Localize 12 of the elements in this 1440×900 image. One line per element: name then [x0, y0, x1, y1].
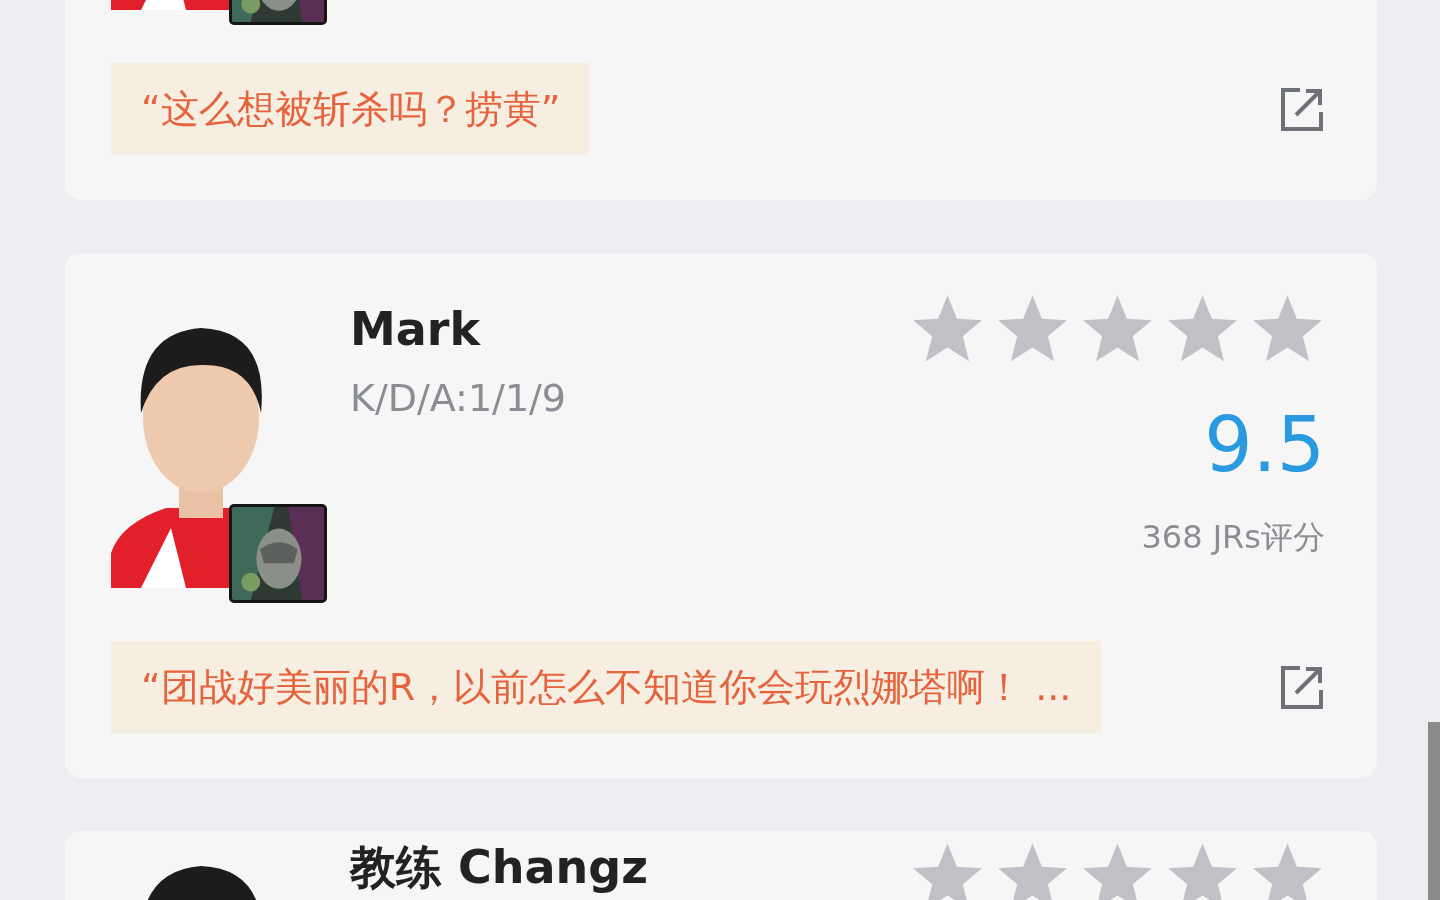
star-icon: [1080, 841, 1155, 900]
kda-text: K/D/A:1/1/9: [350, 379, 568, 417]
star-icon: [1250, 841, 1325, 900]
share-icon[interactable]: [1280, 664, 1324, 710]
share-icon[interactable]: [1280, 86, 1324, 132]
rating-score: 9.5: [1204, 407, 1325, 483]
scrollbar[interactable]: [1428, 722, 1440, 900]
rating-count: 368 JRs评分: [1141, 517, 1325, 558]
star-icon: [1165, 841, 1240, 900]
star-icon: [995, 841, 1070, 900]
player-name[interactable]: Mark: [350, 306, 910, 352]
star-icon: [910, 841, 985, 900]
